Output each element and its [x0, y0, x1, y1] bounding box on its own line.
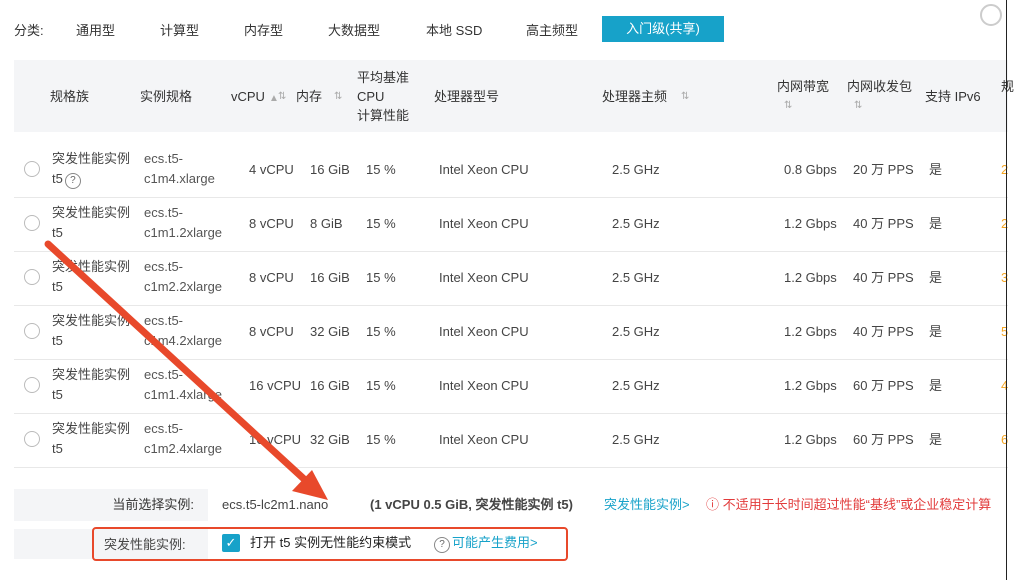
- divider: [1006, 0, 1007, 580]
- annotation-arrow: [44, 240, 328, 500]
